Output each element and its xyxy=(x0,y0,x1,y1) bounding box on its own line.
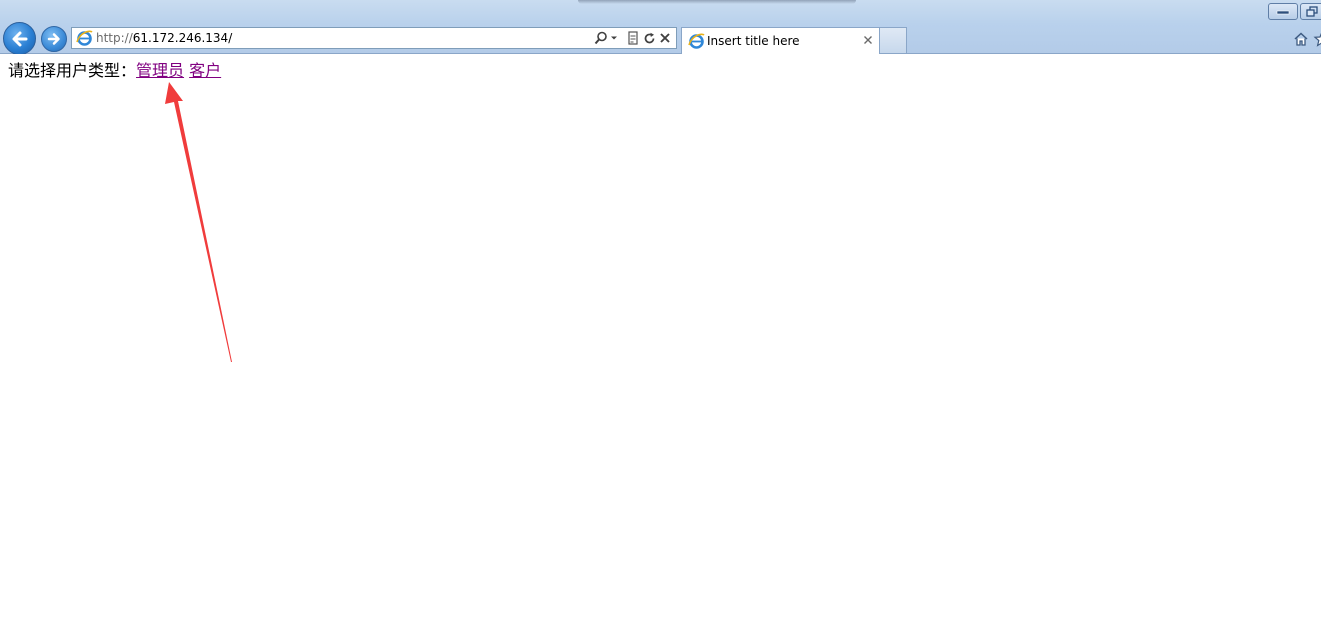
home-icon xyxy=(1294,32,1308,46)
overlay-shadow xyxy=(578,0,856,4)
favorites-button[interactable] xyxy=(1313,30,1321,48)
favorites-star-icon xyxy=(1313,32,1321,47)
compatibility-view-button[interactable] xyxy=(625,30,641,46)
restore-icon xyxy=(1306,6,1318,17)
home-button[interactable] xyxy=(1292,30,1310,48)
user-type-prompt: 请选择用户类型：管理员 客户 xyxy=(8,61,221,81)
restore-button[interactable] xyxy=(1300,3,1321,20)
stop-icon xyxy=(660,33,670,43)
refresh-icon xyxy=(644,32,654,43)
ie-logo-icon xyxy=(76,30,93,46)
customer-link[interactable]: 客户 xyxy=(189,61,221,80)
stop-button[interactable] xyxy=(657,30,673,46)
page-content: 请选择用户类型：管理员 客户 xyxy=(0,54,1321,628)
minimize-button[interactable] xyxy=(1268,3,1298,20)
address-host: 61.172.246.134/ xyxy=(132,31,233,45)
refresh-button[interactable] xyxy=(641,30,657,46)
admin-link[interactable]: 管理员 xyxy=(136,61,184,80)
tab-close-button[interactable] xyxy=(861,33,875,47)
address-dropdown-button[interactable] xyxy=(609,30,619,46)
back-button[interactable] xyxy=(3,22,36,55)
dropdown-icon xyxy=(611,36,617,40)
tab-close-icon xyxy=(864,36,872,44)
forward-button[interactable] xyxy=(41,26,67,52)
forward-arrow-icon xyxy=(47,33,60,45)
address-protocol: http:// xyxy=(96,31,133,45)
new-tab-button[interactable] xyxy=(880,27,907,53)
address-url[interactable]: http://61.172.246.134/ xyxy=(96,30,232,46)
search-button[interactable] xyxy=(593,30,609,46)
tab-title: Insert title here xyxy=(707,34,800,48)
compatibility-view-icon xyxy=(628,31,638,45)
search-icon xyxy=(594,31,607,45)
tab-insert-title-here[interactable]: Insert title here xyxy=(681,27,880,54)
minimize-icon xyxy=(1276,10,1290,14)
ie-logo-icon xyxy=(688,33,705,49)
prompt-label: 请选择用户类型： xyxy=(8,61,137,80)
back-arrow-icon xyxy=(12,31,27,46)
browser-window: http://61.172.246.134/ Insert title here… xyxy=(0,0,1321,628)
browser-chrome: http://61.172.246.134/ Insert title here xyxy=(0,0,1321,55)
address-bar[interactable]: http://61.172.246.134/ xyxy=(71,27,677,49)
